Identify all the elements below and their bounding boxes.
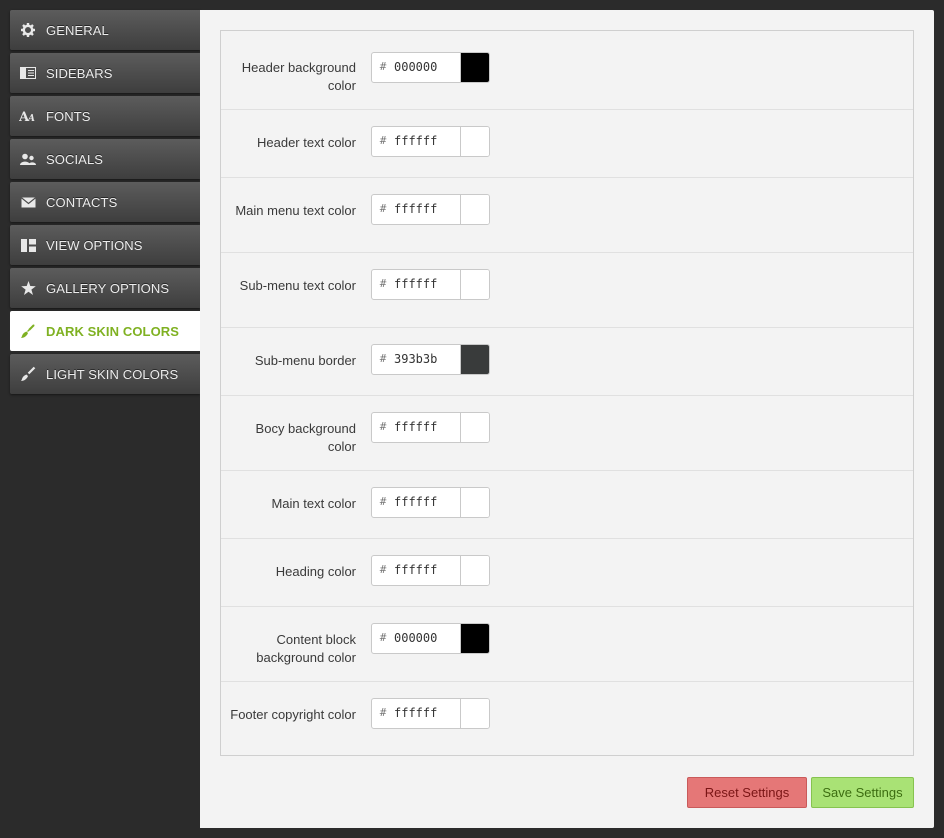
field-row: Header text color # [221,110,913,178]
envelope-icon [10,196,46,208]
field-row: Header background color # [221,31,913,110]
field-label: Header text color [257,135,356,150]
svg-text:a: a [27,114,35,123]
color-picker: # [371,698,490,729]
color-swatch[interactable] [460,345,489,374]
color-picker: # [371,52,490,83]
nav-item-label: CONTACTS [46,194,118,210]
field-label: Sub-menu border [254,353,356,368]
nav-item-socials[interactable]: SOCIALS [10,139,200,179]
color-picker: # [371,555,490,586]
color-picker: # [371,623,490,654]
color-hex-input[interactable] [394,53,460,82]
field-row: Bocy background color # [221,396,913,471]
settings-sidebar: GENERAL SIDEBARS Aa FONTS SOCIALS CONTAC… [10,10,200,397]
field-row: Sub-menu border # [221,328,913,396]
users-icon [10,153,46,166]
color-hex-input[interactable] [394,556,460,585]
brush-icon [10,323,46,339]
field-label: Footer copyright color [230,707,356,722]
field-row: Footer copyright color # [221,682,913,755]
field-row: Heading color # [221,539,913,607]
color-swatch[interactable] [460,488,489,517]
field-label: Main menu text color [235,203,356,218]
nav-item-fonts[interactable]: Aa FONTS [10,96,200,136]
field-label: Content block background color [256,632,356,665]
field-label: Header background color [241,60,356,93]
color-swatch[interactable] [460,127,489,156]
reset-settings-button[interactable]: Reset Settings [687,777,807,808]
hash-symbol: # [379,352,387,365]
color-swatch[interactable] [460,699,489,728]
nav-item-general[interactable]: GENERAL [10,10,200,50]
nav-item-gallery-options[interactable]: GALLERY OPTIONS [10,268,200,308]
settings-panel: Header background color # Header text co… [200,10,934,828]
color-picker: # [371,412,490,443]
nav-item-contacts[interactable]: CONTACTS [10,182,200,222]
nav-item-label: DARK SKIN COLORS [46,323,180,339]
nav-item-light-skin-colors[interactable]: LIGHT SKIN COLORS [10,354,200,394]
nav-item-view-options[interactable]: VIEW OPTIONS [10,225,200,265]
color-hex-input[interactable] [394,127,460,156]
color-swatch[interactable] [460,53,489,82]
gear-icon [10,23,46,37]
color-swatch[interactable] [460,624,489,653]
color-picker: # [371,269,490,300]
field-label: Bocy background color [255,421,356,454]
hash-symbol: # [379,420,387,433]
field-row: Sub-menu text color # [221,253,913,328]
color-picker: # [371,344,490,375]
sidebar-layout-icon [10,67,46,79]
field-row: Main text color # [221,471,913,539]
nav-item-label: SIDEBARS [46,65,113,81]
hash-symbol: # [379,277,387,290]
color-hex-input[interactable] [394,624,460,653]
font-icon: Aa [10,109,46,123]
color-hex-input[interactable] [394,195,460,224]
nav-item-dark-skin-colors[interactable]: DARK SKIN COLORS [10,311,200,351]
color-hex-input[interactable] [394,488,460,517]
hash-symbol: # [379,495,387,508]
hash-symbol: # [379,202,387,215]
brush-icon [10,366,46,382]
field-row: Main menu text color # [221,178,913,253]
hash-symbol: # [379,706,387,719]
hash-symbol: # [379,563,387,576]
color-hex-input[interactable] [394,413,460,442]
nav-item-label: FONTS [46,108,91,124]
nav-item-label: GENERAL [46,22,109,38]
hash-symbol: # [379,134,387,147]
color-hex-input[interactable] [394,345,460,374]
nav-item-label: SOCIALS [46,151,104,167]
star-icon [10,281,46,295]
color-swatch[interactable] [460,413,489,442]
save-settings-button[interactable]: Save Settings [811,777,914,808]
color-hex-input[interactable] [394,270,460,299]
field-label: Main text color [271,496,356,511]
nav-item-label: LIGHT SKIN COLORS [46,366,179,382]
nav-item-label: GALLERY OPTIONS [46,280,170,296]
hash-symbol: # [379,60,387,73]
color-swatch[interactable] [460,270,489,299]
color-picker: # [371,126,490,157]
field-label: Heading color [275,564,356,579]
hash-symbol: # [379,631,387,644]
color-picker: # [371,487,490,518]
field-row: Content block background color # [221,607,913,682]
color-picker: # [371,194,490,225]
layout-icon [10,238,46,252]
nav-item-sidebars[interactable]: SIDEBARS [10,53,200,93]
color-swatch[interactable] [460,195,489,224]
field-label: Sub-menu text color [239,278,356,293]
color-hex-input[interactable] [394,699,460,728]
color-swatch[interactable] [460,556,489,585]
nav-item-label: VIEW OPTIONS [46,237,143,253]
color-fields-box: Header background color # Header text co… [220,30,914,756]
